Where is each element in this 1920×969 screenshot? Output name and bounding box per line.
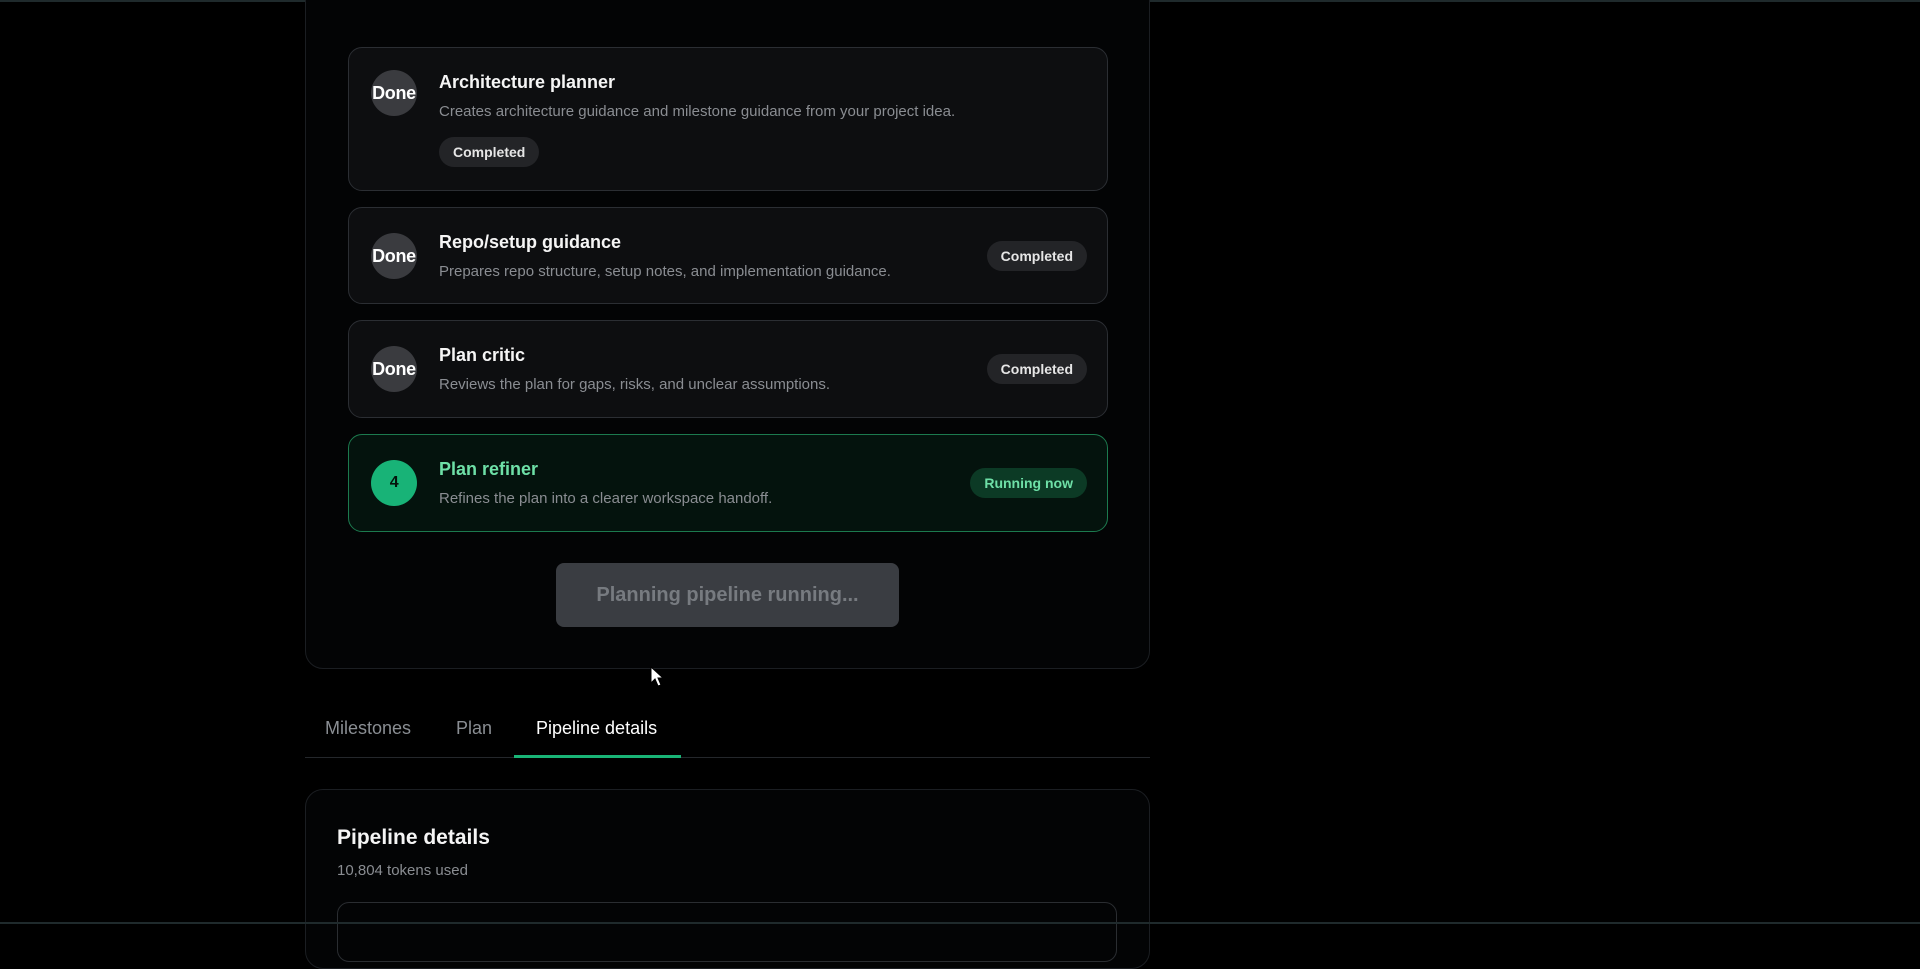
step-status-badge: Completed	[439, 137, 539, 167]
tab-milestones[interactable]: Milestones	[325, 718, 411, 739]
tab-plan[interactable]: Plan	[456, 718, 492, 739]
pipeline-step-plan-critic: Done Plan critic Reviews the plan for ga…	[348, 320, 1108, 418]
step-description: Creates architecture guidance and milest…	[439, 103, 955, 120]
tokens-used: 10,804 tokens used	[337, 862, 468, 879]
active-tab-indicator	[514, 755, 681, 758]
step-title: Plan critic	[439, 345, 525, 366]
step-title: Repo/setup guidance	[439, 232, 621, 253]
mouse-cursor-icon	[650, 666, 664, 688]
pipeline-step-repo-setup-guidance: Done Repo/setup guidance Prepares repo s…	[348, 207, 1108, 304]
step-description: Reviews the plan for gaps, risks, and un…	[439, 376, 830, 393]
step-done-badge: Done	[371, 233, 417, 279]
step-done-badge: Done	[371, 346, 417, 392]
tab-pipeline-details[interactable]: Pipeline details	[536, 718, 657, 739]
tab-bar: Milestones Plan Pipeline details	[305, 700, 1150, 758]
details-title: Pipeline details	[337, 826, 490, 850]
planning-pipeline-running-button[interactable]: Planning pipeline running...	[556, 563, 899, 627]
step-running-badge: Running now	[970, 468, 1087, 498]
step-title: Architecture planner	[439, 72, 615, 93]
step-description: Refines the plan into a clearer workspac…	[439, 490, 772, 507]
step-done-badge: Done	[371, 70, 417, 116]
step-description: Prepares repo structure, setup notes, an…	[439, 263, 891, 280]
pipeline-step-architecture-planner: Done Architecture planner Creates archit…	[348, 47, 1108, 191]
pipeline-details-panel: Pipeline details 10,804 tokens used	[305, 789, 1150, 969]
step-number-badge: 4	[371, 460, 417, 506]
step-status-badge: Completed	[987, 241, 1087, 271]
pipeline-step-plan-refiner: 4 Plan refiner Refines the plan into a c…	[348, 434, 1108, 532]
details-inner-card	[337, 902, 1117, 962]
step-status-badge: Completed	[987, 354, 1087, 384]
step-title: Plan refiner	[439, 459, 538, 480]
